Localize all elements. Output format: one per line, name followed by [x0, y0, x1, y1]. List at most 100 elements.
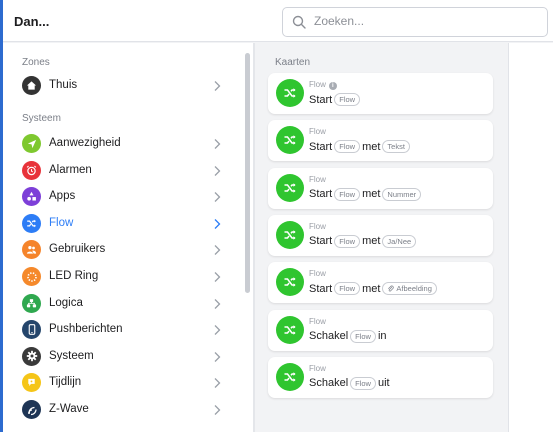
token-tag: Tekst	[382, 140, 410, 154]
logic-blocks-icon	[22, 293, 41, 313]
token-tag: Flow	[350, 329, 376, 343]
token-tag: Flow	[334, 234, 361, 248]
card-kind-label: Flow	[309, 221, 326, 231]
flow-shuffle-icon	[22, 213, 41, 233]
card-kind-label: Flow	[309, 269, 326, 279]
sidebar-item-label: Systeem	[49, 349, 94, 362]
token-tag: Ja/Nee	[382, 234, 417, 248]
flow-shuffle-icon	[276, 173, 304, 202]
sidebar-item-label: Z-Wave	[49, 403, 89, 415]
token-tag: Flow	[334, 93, 361, 106]
sidebar-item-thuis[interactable]: Thuis	[3, 73, 243, 99]
users-icon	[22, 240, 41, 260]
home-icon	[22, 76, 41, 95]
sidebar-item-apps[interactable]: Apps	[3, 184, 243, 210]
sidebar-item-systeem[interactable]: Systeem	[3, 344, 243, 370]
sidebar-item-label: Aanwezigheid	[49, 137, 121, 149]
chevron-right-icon	[214, 192, 221, 203]
card-kind-label: Flow	[309, 127, 326, 137]
sidebar-item-label: Logica	[49, 296, 83, 309]
chevron-right-icon	[214, 298, 221, 309]
search-input[interactable]	[314, 14, 534, 28]
flow-card[interactable]: Flow Start Flow met Ja/Nee	[268, 214, 493, 256]
sidebar-item-logica[interactable]: Logica	[3, 291, 243, 317]
sidebar-item-label: Pushberichten	[49, 323, 123, 336]
card-word: in	[377, 330, 387, 342]
card-title: Start Flow met Nummer	[309, 187, 423, 201]
card-kind-label: Flow	[309, 363, 326, 373]
card-word: uit	[377, 377, 390, 390]
apps-shapes-icon	[22, 187, 41, 207]
flow-shuffle-icon	[276, 220, 304, 249]
systeem-section-label: Systeem	[22, 113, 61, 124]
card-title: Start Flow met Afbeelding	[309, 282, 439, 296]
flow-shuffle-icon	[276, 268, 304, 297]
card-title: Start Flow	[309, 93, 362, 106]
sidebar-scrollbar[interactable]	[245, 53, 250, 293]
token-tag: Flow	[350, 376, 376, 390]
page-title[interactable]: Dan...	[14, 14, 49, 29]
chevron-right-icon	[214, 218, 221, 229]
card-word: met	[362, 282, 381, 295]
chevron-right-icon	[214, 405, 221, 415]
alarm-clock-icon	[22, 160, 41, 180]
card-kind-label: Flow	[309, 174, 326, 184]
token-tag: Afbeelding	[382, 282, 437, 296]
card-title: Start Flow met Tekst	[309, 140, 412, 154]
zwave-icon	[22, 400, 41, 419]
sidebar-item-flow[interactable]: Flow	[3, 211, 243, 237]
token-tag: Flow	[334, 282, 361, 296]
card-word: Schakel	[309, 330, 349, 342]
card-word: met	[362, 188, 381, 201]
paperclip-icon	[388, 285, 395, 292]
sidebar-item-label: Gebruikers	[49, 243, 106, 256]
card-word: met	[362, 235, 381, 248]
flow-card[interactable]: Flow Schakel Flow in	[268, 309, 493, 351]
flow-shuffle-icon	[276, 79, 304, 107]
chevron-right-icon	[214, 245, 221, 256]
card-title: Schakel Flow uit	[309, 376, 390, 390]
token-tag: Flow	[334, 187, 361, 201]
sidebar-item-aanwezigheid[interactable]: Aanwezigheid	[3, 131, 243, 157]
chevron-right-icon	[214, 165, 221, 176]
sidebar-item-label: Tijdlijn	[49, 376, 82, 389]
right-panel-edge	[508, 43, 553, 432]
token-tag: Flow	[334, 140, 361, 154]
flow-shuffle-icon	[276, 126, 304, 155]
token-tag: Nummer	[382, 187, 422, 201]
timeline-icon	[22, 373, 41, 393]
gear-icon	[22, 346, 41, 366]
cards-panel: Kaarten Flow i Start Flow Flow Start Flow met Te…	[255, 43, 508, 432]
led-ring-icon	[22, 267, 41, 286]
sidebar-item-alarmen[interactable]: Alarmen	[3, 158, 243, 184]
card-word: Schakel	[309, 377, 349, 390]
search-icon	[292, 15, 306, 29]
flow-card[interactable]: Flow Schakel Flow uit	[268, 356, 493, 398]
sidebar-item-led-ring[interactable]: LED Ring	[3, 264, 243, 290]
card-word: Start	[309, 188, 333, 201]
sidebar-item-tijdlijn[interactable]: Tijdlijn	[3, 370, 243, 396]
card-title: Start Flow met Ja/Nee	[309, 234, 418, 248]
chevron-right-icon	[214, 81, 221, 91]
flow-card[interactable]: Flow Start Flow met Afbeelding	[268, 262, 493, 304]
sidebar-item-label: Thuis	[49, 79, 78, 91]
sidebar-item-gebruikers[interactable]: Gebruikers	[3, 237, 243, 263]
sidebar-item-label: LED Ring	[49, 270, 99, 282]
sidebar: Zones Thuis Systeem Aanwezigheid Alarmen A…	[3, 43, 253, 432]
chevron-right-icon	[214, 325, 221, 336]
chevron-right-icon	[214, 272, 221, 282]
flow-card[interactable]: Flow Start Flow met Tekst	[268, 120, 493, 162]
search-box[interactable]	[282, 7, 548, 37]
card-kind-label: Flow i	[309, 80, 337, 90]
flow-card[interactable]: Flow Start Flow met Nummer	[268, 167, 493, 209]
chevron-right-icon	[214, 378, 221, 389]
card-word: Start	[309, 282, 333, 295]
card-word: Start	[309, 235, 333, 248]
flow-card[interactable]: Flow i Start Flow	[268, 73, 493, 114]
info-icon[interactable]: i	[328, 82, 337, 90]
zones-section-label: Zones	[22, 57, 50, 68]
card-word: Start	[309, 140, 333, 153]
flow-shuffle-icon	[276, 362, 304, 391]
sidebar-item-pushberichten[interactable]: Pushberichten	[3, 317, 243, 343]
sidebar-item-z-wave[interactable]: Z-Wave	[3, 397, 243, 423]
